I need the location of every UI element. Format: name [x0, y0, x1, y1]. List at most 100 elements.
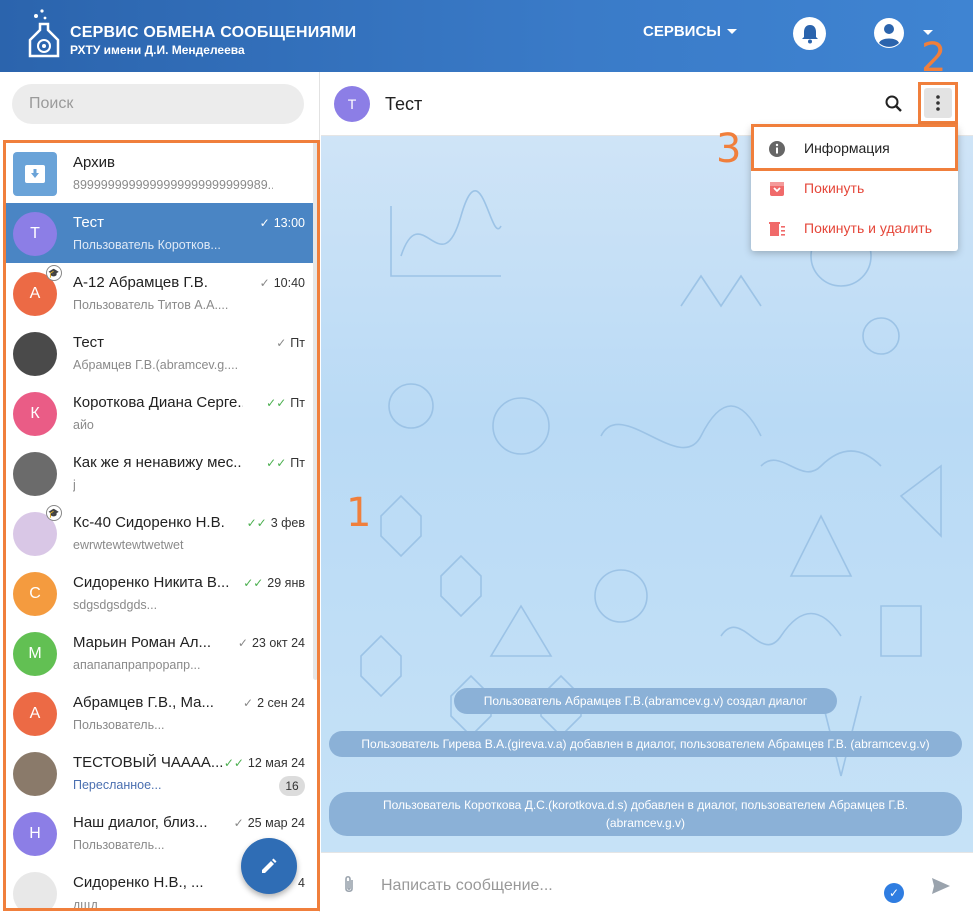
chat-list-item[interactable]: Как же я ненавижу мес... j ✓✓ Пт [6, 443, 313, 503]
check-icon: ✓ [237, 636, 248, 650]
app-header: СЕРВИС ОБМЕНА СООБЩЕНИЯМИ РХТУ имени Д.И… [0, 0, 973, 72]
more-button-highlight [918, 82, 958, 124]
chat-time: ✓ 13:00 [260, 216, 305, 230]
chat-time: ✓ 10:40 [260, 276, 305, 290]
menu-item-leave-delete[interactable]: Покинуть и удалить [751, 208, 958, 248]
chat-time-label: 23 окт 24 [251, 636, 305, 650]
chat-name: Архив [73, 154, 116, 171]
chat-time: ✓✓ 3 фев [247, 516, 305, 530]
check-icon: ✓ [259, 276, 270, 290]
annotation-number: 3 [716, 126, 742, 172]
pencil-icon [262, 858, 277, 873]
chat-time: ✓✓ Пт [266, 456, 305, 470]
search-icon[interactable] [884, 94, 904, 114]
avatar [13, 872, 57, 908]
services-label: СЕРВИСЫ [643, 23, 721, 40]
check-icon: ✓ [233, 816, 244, 830]
search-input[interactable]: Поиск [12, 84, 304, 124]
chat-time-label: Пт [290, 336, 305, 350]
double-check-icon: ✓✓ [243, 576, 264, 590]
system-message: Пользователь Короткова Д.С.(korotkova.d.… [329, 792, 962, 836]
chat-name: Абрамцев Г.В., Ма... [73, 694, 214, 711]
chat-last-message: Пользователь Титов А.А.... [73, 298, 229, 312]
chat-name: Наш диалог, близ... [73, 814, 208, 831]
chat-list-item[interactable]: М Марьин Роман Ал... апапапапрапрорапр... ✓… [6, 623, 313, 683]
trash-icon [769, 222, 785, 236]
menu-item-label: Покинуть [804, 180, 865, 196]
chat-sidebar: Поиск Архив 8999999999999999999999999989.… [0, 72, 320, 912]
avatar [13, 452, 57, 496]
chat-time: ✓✓ Пт [266, 396, 305, 410]
chat-time-label: 4 [298, 876, 305, 890]
system-message: Пользователь Абрамцев Г.В.(abramcev.g.v)… [454, 688, 837, 714]
avatar: Н [13, 812, 57, 856]
new-message-button[interactable] [241, 838, 297, 894]
graduation-cap-icon: 🎓 [46, 505, 62, 521]
chat-last-message: апапапапрапрорапр... [73, 658, 201, 672]
send-icon[interactable] [931, 877, 951, 895]
annotation-number: 1 [346, 490, 372, 536]
chat-avatar[interactable]: Т [334, 86, 370, 122]
menu-item-leave[interactable]: Покинуть [751, 168, 958, 208]
chat-last-message: ewrwtewtewtwetwet [73, 538, 184, 552]
flask-logo-icon[interactable] [26, 8, 62, 62]
chat-time-label: Пт [290, 456, 305, 470]
chat-last-message: айо [73, 418, 94, 432]
chat-title[interactable]: Тест [385, 94, 422, 115]
chat-last-message: Пересланное... [73, 778, 162, 792]
graduation-cap-icon: 🎓 [46, 265, 62, 281]
chat-list-item[interactable]: 🎓 Кс-40 Сидоренко Н.В. ewrwtewtewtwetwet ✓✓… [6, 503, 313, 563]
chat-last-message: Пользователь... [73, 718, 165, 732]
avatar: А [13, 692, 57, 736]
message-composer: Написать сообщение... ✓ [321, 852, 973, 912]
chat-last-message: sdgsdgsdgds... [73, 598, 158, 612]
chat-list-item[interactable]: С Сидоренко Никита В... sdgsdgsdgds... ✓✓ 29… [6, 563, 313, 623]
chat-list-item[interactable]: А 🎓 А-12 Абрамцев Г.В. Пользователь Титов А… [6, 263, 313, 323]
more-vertical-icon [936, 95, 940, 111]
chat-last-message: Пользователь... [73, 838, 165, 852]
chat-list-item[interactable]: Т Тест Пользователь Коротков... ✓ 13:00 [6, 203, 313, 263]
chevron-down-icon [726, 29, 737, 34]
double-check-icon: ✓✓ [223, 756, 244, 770]
chat-list: Архив 8999999999999999999999999989... Т Тес… [3, 140, 320, 911]
paperclip-icon[interactable] [341, 875, 357, 895]
chat-last-message: Абрамцев Г.В.(abramcev.g.... [73, 358, 239, 372]
archive-icon [13, 152, 57, 196]
chat-time-label: Пт [290, 396, 305, 410]
chat-list-item[interactable]: Тест Абрамцев Г.В.(abramcev.g.... ✓ Пт [6, 323, 313, 383]
notifications-button[interactable] [793, 17, 826, 50]
chat-time-label: 2 сен 24 [257, 696, 305, 710]
chat-list-item[interactable]: Архив 8999999999999999999999999989... [6, 143, 313, 203]
chat-time: ✓ 25 мар 24 [234, 816, 305, 830]
more-options-button[interactable] [924, 88, 952, 118]
avatar: К [13, 392, 57, 436]
chat-time-label: 13:00 [273, 216, 305, 230]
menu-item-label: Покинуть и удалить [804, 220, 933, 236]
services-menu[interactable]: СЕРВИСЫ [643, 23, 737, 40]
avatar [13, 752, 57, 796]
chat-name: А-12 Абрамцев Г.В. [73, 274, 208, 291]
bell-icon [801, 24, 818, 43]
chat-list-item[interactable]: ТЕСТОВЫЙ ЧАААА... Пересланное... ✓✓ 12 мая … [6, 743, 313, 803]
message-input[interactable]: Написать сообщение... [381, 877, 553, 895]
chat-time-label: 10:40 [273, 276, 305, 290]
chat-time: ✓ 2 сен 24 [243, 696, 305, 710]
chat-last-message: Пользователь Коротков... [73, 238, 221, 252]
avatar: М [13, 632, 57, 676]
check-circle-icon[interactable]: ✓ [884, 883, 904, 903]
chat-name: Тест [73, 334, 105, 351]
chat-options-menu: Информация Покинуть Покинуть и удалить [751, 124, 958, 251]
chat-time: ✓✓ 12 мая 24 [224, 756, 305, 770]
chat-name: ТЕСТОВЫЙ ЧАААА... [73, 754, 224, 771]
system-message: Пользователь Гирева В.А.(gireva.v.a) доб… [329, 731, 962, 757]
user-account-icon[interactable] [873, 17, 905, 49]
avatar: Т [13, 212, 57, 256]
chat-list-item[interactable]: А Абрамцев Г.В., Ма... Пользователь... ✓ 2 с… [6, 683, 313, 743]
chat-name: Марьин Роман Ал... [73, 634, 212, 651]
chat-name: Как же я ненавижу мес... [73, 454, 243, 471]
unread-count-badge: 16 [279, 776, 305, 796]
brand-subtitle: РХТУ имени Д.И. Менделеева [70, 43, 245, 57]
chat-list-item[interactable]: К Короткова Диана Серге... айо ✓✓ Пт [6, 383, 313, 443]
chat-name: Кс-40 Сидоренко Н.В. [73, 514, 225, 531]
info-item-highlight [751, 124, 958, 171]
